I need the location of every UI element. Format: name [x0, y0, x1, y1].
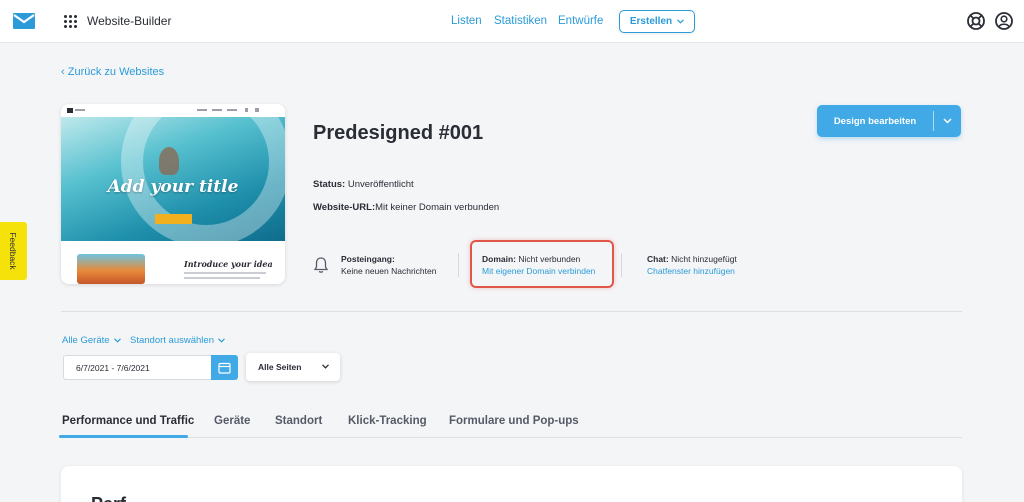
chat-info: Chat: Nicht hinzugefügt Chatfenster hinz…	[647, 253, 737, 277]
calendar-icon	[218, 362, 231, 374]
url-label: Website-URL:	[313, 202, 376, 213]
design-options-button[interactable]	[934, 105, 961, 137]
mail-logo-icon[interactable]	[12, 11, 36, 31]
date-range-field[interactable]: 6/7/2021 - 7/6/2021	[63, 355, 211, 380]
chat-label: Chat:	[647, 254, 669, 264]
preview-hero-image: Add your title	[61, 117, 285, 241]
devices-filter-dropdown[interactable]: Alle Geräte	[62, 335, 121, 346]
status-label: Status:	[313, 179, 346, 190]
feedback-label: Feedback	[8, 232, 18, 270]
bell-icon	[313, 257, 329, 273]
devices-filter-label: Alle Geräte	[62, 335, 110, 346]
chevron-down-icon	[677, 19, 685, 24]
preview-van-image	[77, 254, 145, 284]
chevron-left-icon: ‹	[61, 66, 68, 78]
tabs-divider	[61, 437, 962, 438]
chevron-down-icon	[322, 364, 329, 369]
back-link-label: Zurück zu Websites	[67, 66, 165, 78]
website-url-info: Website-URL:Mit keiner Domain verbunden	[313, 202, 499, 213]
performance-card: Perf	[61, 466, 962, 502]
location-filter-dropdown[interactable]: Standort auswählen	[130, 335, 225, 346]
active-tab-indicator	[59, 435, 188, 438]
tab-formulare-popups[interactable]: Formulare und Pop-ups	[449, 415, 579, 427]
inbox-label: Posteingang:	[341, 254, 395, 264]
apps-grid-icon[interactable]	[64, 15, 77, 28]
card-heading: Perf	[91, 494, 126, 502]
connect-domain-link[interactable]: Mit eigener Domain verbinden	[482, 266, 595, 276]
page-select-dropdown[interactable]: Alle Seiten	[246, 353, 340, 381]
domain-value: Nicht verbunden	[518, 254, 581, 264]
divider	[621, 253, 622, 277]
location-filter-label: Standort auswählen	[130, 335, 214, 346]
divider	[458, 253, 459, 277]
status-info: Status: Unveröffentlicht	[313, 179, 414, 190]
domain-label: Domain:	[482, 254, 516, 264]
back-to-websites-link[interactable]: ‹ Zurück zu Websites	[61, 66, 164, 78]
nav-listen[interactable]: Listen	[451, 15, 482, 27]
edit-design-button[interactable]: Design bearbeiten	[817, 105, 933, 137]
preview-intro-section: Introduce your idea	[61, 241, 285, 284]
tab-standort[interactable]: Standort	[275, 415, 322, 427]
edit-design-button-group: Design bearbeiten	[817, 105, 961, 137]
section-divider	[61, 311, 962, 312]
nav-entwuerfe[interactable]: Entwürfe	[558, 15, 603, 27]
chevron-down-icon	[113, 338, 121, 343]
tab-geraete[interactable]: Geräte	[214, 415, 250, 427]
feedback-tab[interactable]: Feedback	[0, 222, 27, 280]
page-select-value: Alle Seiten	[258, 362, 302, 372]
preview-hero-title: Add your title	[107, 177, 239, 197]
add-chat-window-link[interactable]: Chatfenster hinzufügen	[647, 266, 735, 276]
nav-statistiken[interactable]: Statistiken	[494, 15, 547, 27]
preview-hero-button	[155, 214, 192, 224]
site-title: Predesigned #001	[313, 122, 484, 144]
chevron-down-icon	[218, 338, 225, 343]
calendar-button[interactable]	[211, 355, 238, 380]
inbox-info: Posteingang: Keine neuen Nachrichten	[341, 253, 436, 277]
preview-intro-title: Introduce your idea	[184, 259, 273, 269]
create-button-label: Erstellen	[629, 16, 673, 27]
tab-klick-tracking[interactable]: Klick-Tracking	[348, 415, 427, 427]
url-value: Mit keiner Domain verbunden	[375, 202, 500, 213]
status-value: Unveröffentlicht	[347, 179, 414, 190]
preview-nav-bar	[61, 104, 285, 117]
chevron-down-icon	[943, 118, 952, 124]
domain-info: Domain: Nicht verbunden Mit eigener Doma…	[482, 253, 595, 277]
inbox-value: Keine neuen Nachrichten	[341, 266, 437, 276]
chat-value: Nicht hinzugefügt	[671, 254, 737, 264]
user-account-icon[interactable]	[994, 11, 1014, 31]
help-lifebuoy-icon[interactable]	[966, 11, 986, 31]
top-bar: Website-Builder Listen Statistiken Entwü…	[0, 0, 1024, 43]
tab-performance-traffic[interactable]: Performance und Traffic	[62, 415, 194, 427]
create-button[interactable]: Erstellen	[619, 10, 695, 33]
website-preview-thumbnail[interactable]: Add your title Introduce your idea	[61, 104, 285, 284]
app-title: Website-Builder	[87, 14, 172, 28]
